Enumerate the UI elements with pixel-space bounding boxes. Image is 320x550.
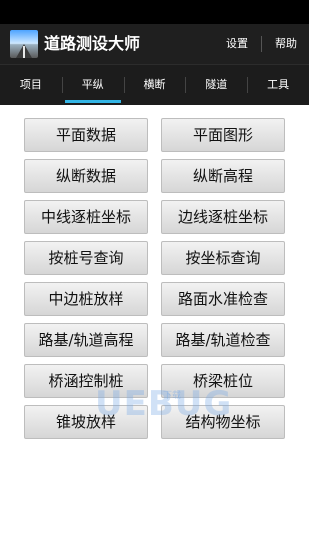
app-bar: 道路测设大师 设置 帮助	[0, 24, 309, 64]
settings-button[interactable]: 设置	[226, 24, 248, 64]
selected-tab-indicator	[64, 100, 121, 103]
tab-1[interactable]: 平纵	[62, 65, 124, 105]
app-title: 道路测设大师	[44, 34, 141, 53]
watermark-sub: 下载	[163, 391, 182, 401]
function-button[interactable]: 平面数据	[24, 118, 148, 152]
function-button[interactable]: 纵断数据	[24, 159, 148, 193]
tab-separator	[247, 77, 249, 93]
tab-0[interactable]: 项目	[0, 65, 62, 105]
help-button[interactable]: 帮助	[275, 24, 297, 64]
function-button[interactable]: 按桩号查询	[24, 241, 148, 275]
function-button[interactable]: 纵断高程	[161, 159, 285, 193]
tab-bar: 项目 平纵 横断 隧道 工具	[0, 64, 309, 105]
tab-4[interactable]: 工具	[247, 65, 309, 105]
status-bar	[0, 0, 309, 24]
function-button[interactable]: 边线逐桩坐标	[161, 200, 285, 234]
tab-separator	[185, 77, 187, 93]
tab-2[interactable]: 横断	[124, 65, 186, 105]
function-button[interactable]: 路基/轨道高程	[24, 323, 148, 357]
function-button[interactable]: 中线逐桩坐标	[24, 200, 148, 234]
function-button[interactable]: 路基/轨道检查	[161, 323, 285, 357]
function-button[interactable]: 中边桩放样	[24, 282, 148, 316]
tab-3[interactable]: 隧道	[185, 65, 247, 105]
tab-separator	[61, 77, 63, 93]
action-divider	[261, 36, 262, 52]
tab-separator	[123, 77, 125, 93]
function-button[interactable]: 按坐标查询	[161, 241, 285, 275]
function-button[interactable]: 路面水准检查	[161, 282, 285, 316]
road-app-icon	[10, 30, 38, 58]
function-button[interactable]: 平面图形	[161, 118, 285, 152]
